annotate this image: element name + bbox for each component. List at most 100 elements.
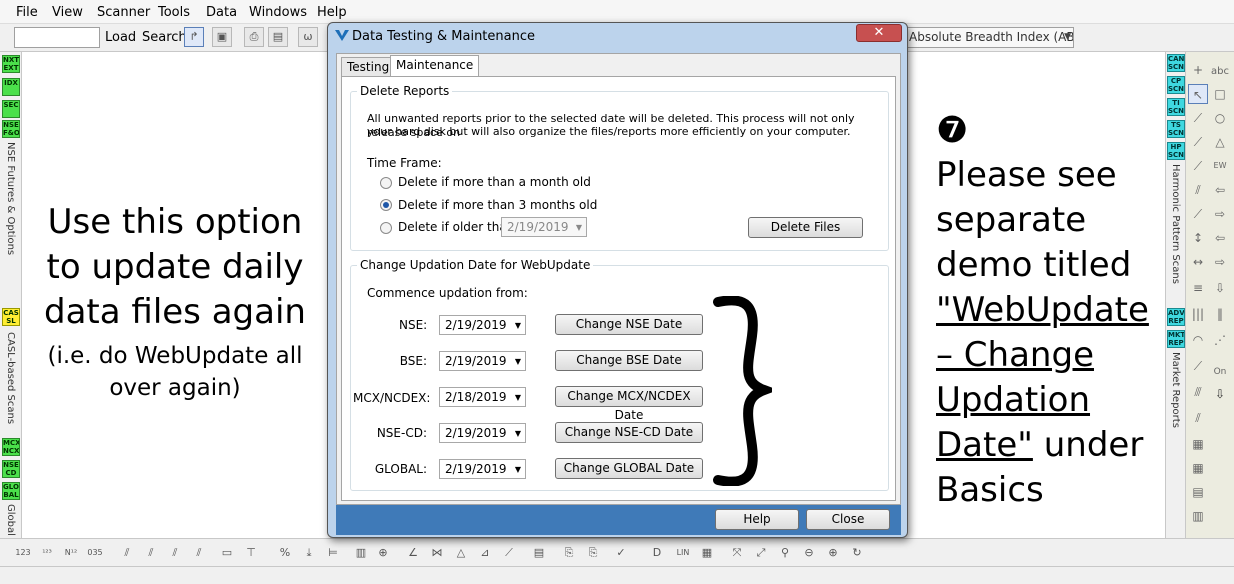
bars-3-icon[interactable]: ⫽ — [166, 544, 184, 562]
preview-icon[interactable]: ▤ — [268, 27, 288, 47]
gann-fan-icon[interactable]: ⫻ — [1188, 382, 1208, 402]
arc-icon[interactable]: ◠ — [1188, 330, 1208, 350]
menu-data[interactable]: Data — [206, 5, 237, 20]
dw-icon[interactable]: ω — [298, 27, 318, 47]
left-btn-nse-fo[interactable]: NSE F&O — [2, 120, 20, 138]
menu-tools[interactable]: Tools — [158, 5, 190, 20]
bse-date-picker[interactable]: 2/19/2019 ▼ — [439, 351, 526, 371]
radio-older-than[interactable] — [380, 222, 392, 234]
right-btn-hp-scn[interactable]: HP SCN — [1167, 142, 1185, 160]
ew-swing-icon[interactable]: EW — [1210, 156, 1230, 176]
crosshair-icon[interactable]: + — [1188, 60, 1208, 80]
angle-icon[interactable]: ∠ — [404, 544, 422, 562]
print-icon[interactable]: ⎙ — [244, 27, 264, 47]
sl-line-icon[interactable]: ⟋ — [1188, 156, 1208, 176]
bars-2-icon[interactable]: ⫽ — [142, 544, 160, 562]
copy-icon[interactable]: ⎘ — [560, 544, 578, 562]
menu-view[interactable]: View — [52, 5, 83, 20]
right-btn-can-scn[interactable]: CAN SCN — [1167, 54, 1185, 72]
refresh-icon[interactable]: ↻ — [848, 544, 866, 562]
bars-1-icon[interactable]: ⫽ — [118, 544, 136, 562]
change-nse-cd-date-button[interactable]: Change NSE-CD Date — [555, 422, 703, 443]
d-menu-icon[interactable]: D — [648, 544, 666, 562]
help-button[interactable]: Help — [715, 509, 799, 530]
pitchfork-icon[interactable]: ⊕ — [374, 544, 392, 562]
right-btn-mkt-rep[interactable]: MKT REP — [1167, 330, 1185, 348]
arrow-down-icon[interactable]: ⇩ — [1210, 278, 1230, 298]
right-btn-cp-scn[interactable]: CP SCN — [1167, 76, 1185, 94]
zoom-in-icon[interactable]: ⊕ — [824, 544, 842, 562]
symbol-input[interactable] — [14, 27, 100, 48]
grid-icon[interactable]: ▦ — [1188, 458, 1208, 478]
label-icon[interactable]: ⊤ — [242, 544, 260, 562]
left-btn-sec[interactable]: SEC — [2, 100, 20, 118]
right-btn-ts-scn[interactable]: TS SCN — [1167, 120, 1185, 138]
menu-windows[interactable]: Windows — [249, 5, 307, 20]
older-than-date-picker[interactable]: 2/19/2019 ▼ — [501, 217, 587, 237]
nse-date-picker[interactable]: 2/19/2019 ▼ — [439, 315, 526, 335]
radio-3-months-old[interactable] — [380, 199, 392, 211]
pointer-icon[interactable]: ↖ — [1188, 84, 1208, 104]
indicator-dropdown[interactable]: Absolute Breadth Index (ABI ▼ — [904, 27, 1074, 48]
cycle-icon[interactable]: ▥ — [1188, 506, 1208, 526]
arrow-right-icon[interactable]: ⇨ — [1210, 204, 1230, 224]
abc-pattern-icon[interactable]: △ — [452, 544, 470, 562]
gann-grid-icon[interactable]: ▦ — [1188, 434, 1208, 454]
menu-help[interactable]: Help — [317, 5, 347, 20]
right-btn-ti-scn[interactable]: TI SCN — [1167, 98, 1185, 116]
hlines-icon[interactable]: ≡ — [1188, 278, 1208, 298]
delete-files-button[interactable]: Delete Files — [748, 217, 863, 238]
zoom-out-icon[interactable]: ⊖ — [800, 544, 818, 562]
fit-icon[interactable]: ⤧ — [728, 544, 746, 562]
vlines-icon[interactable]: ||| — [1188, 304, 1208, 324]
tab-testing[interactable]: Testing — [341, 57, 396, 77]
triangle-icon[interactable]: △ — [1210, 132, 1230, 152]
grid-toggle-icon[interactable]: ▦ — [698, 544, 716, 562]
text-box-icon[interactable]: ▭ — [218, 544, 236, 562]
change-global-date-button[interactable]: Change GLOBAL Date — [555, 458, 703, 479]
expand-icon[interactable]: ⤢ — [752, 544, 770, 562]
paste-icon[interactable]: ⎘ — [584, 544, 602, 562]
wedge-icon[interactable]: ⊿ — [476, 544, 494, 562]
change-nse-date-button[interactable]: Change NSE Date — [555, 314, 703, 335]
spell-icon[interactable]: ✓ — [612, 544, 630, 562]
horizontal-line-icon[interactable]: ↔ — [1188, 252, 1208, 272]
bars-4-icon[interactable]: ⫽ — [190, 544, 208, 562]
wave-2-icon[interactable]: ¹²³ — [38, 544, 56, 562]
save-icon[interactable]: ▣ — [212, 27, 232, 47]
notes-icon[interactable]: ▤ — [530, 544, 548, 562]
ruler-icon[interactable]: ⊨ — [324, 544, 342, 562]
text-tool-icon[interactable]: abc — [1210, 62, 1230, 82]
percent-icon[interactable]: % — [276, 544, 294, 562]
left-btn-nse-cd[interactable]: NSE CD — [2, 460, 20, 478]
fib-icon[interactable]: ⋰ — [1210, 330, 1230, 350]
xabcd-icon[interactable]: ⋈ — [428, 544, 446, 562]
tab-maintenance[interactable]: Maintenance — [390, 55, 480, 78]
zoom-icon[interactable]: ⚲ — [776, 544, 794, 562]
mcx-date-picker[interactable]: 2/18/2019 ▼ — [439, 387, 526, 407]
line-icon[interactable]: ⟋ — [1188, 108, 1208, 128]
pattern-icon[interactable]: ⟋ — [1188, 204, 1208, 224]
left-btn-global[interactable]: GLO BAL — [2, 482, 20, 500]
left-btn-mcx[interactable]: MCX NCX — [2, 438, 20, 456]
abc-icon[interactable]: ⟋ — [500, 544, 518, 562]
left-btn-idx[interactable]: IDX — [2, 78, 20, 96]
close-icon[interactable]: ✕ — [856, 24, 902, 42]
global-date-picker[interactable]: 2/19/2019 ▼ — [439, 459, 526, 479]
lin-icon[interactable]: LIN — [674, 544, 692, 562]
chart-tool-icon[interactable]: ↱ — [184, 27, 204, 47]
left-btn-nxt-ext[interactable]: NXT EXT — [2, 55, 20, 73]
measure-icon[interactable]: ⤓ — [300, 544, 318, 562]
fan-icon[interactable]: ⫽ — [1188, 408, 1208, 428]
table-icon[interactable]: ▤ — [1188, 482, 1208, 502]
radio-month-old[interactable] — [380, 177, 392, 189]
bar-chart-icon[interactable]: ▥ — [352, 544, 370, 562]
change-bse-date-button[interactable]: Change BSE Date — [555, 350, 703, 371]
menu-file[interactable]: File — [16, 5, 38, 20]
grid-lines-icon[interactable]: ‖ — [1210, 304, 1230, 324]
menu-scanner[interactable]: Scanner — [97, 5, 150, 20]
on-toggle[interactable]: On — [1210, 362, 1230, 382]
wave-1-icon[interactable]: 123 — [14, 544, 32, 562]
vertical-line-icon[interactable]: ↕ — [1188, 228, 1208, 248]
speed-lines-icon[interactable]: ⟋ — [1188, 356, 1208, 376]
